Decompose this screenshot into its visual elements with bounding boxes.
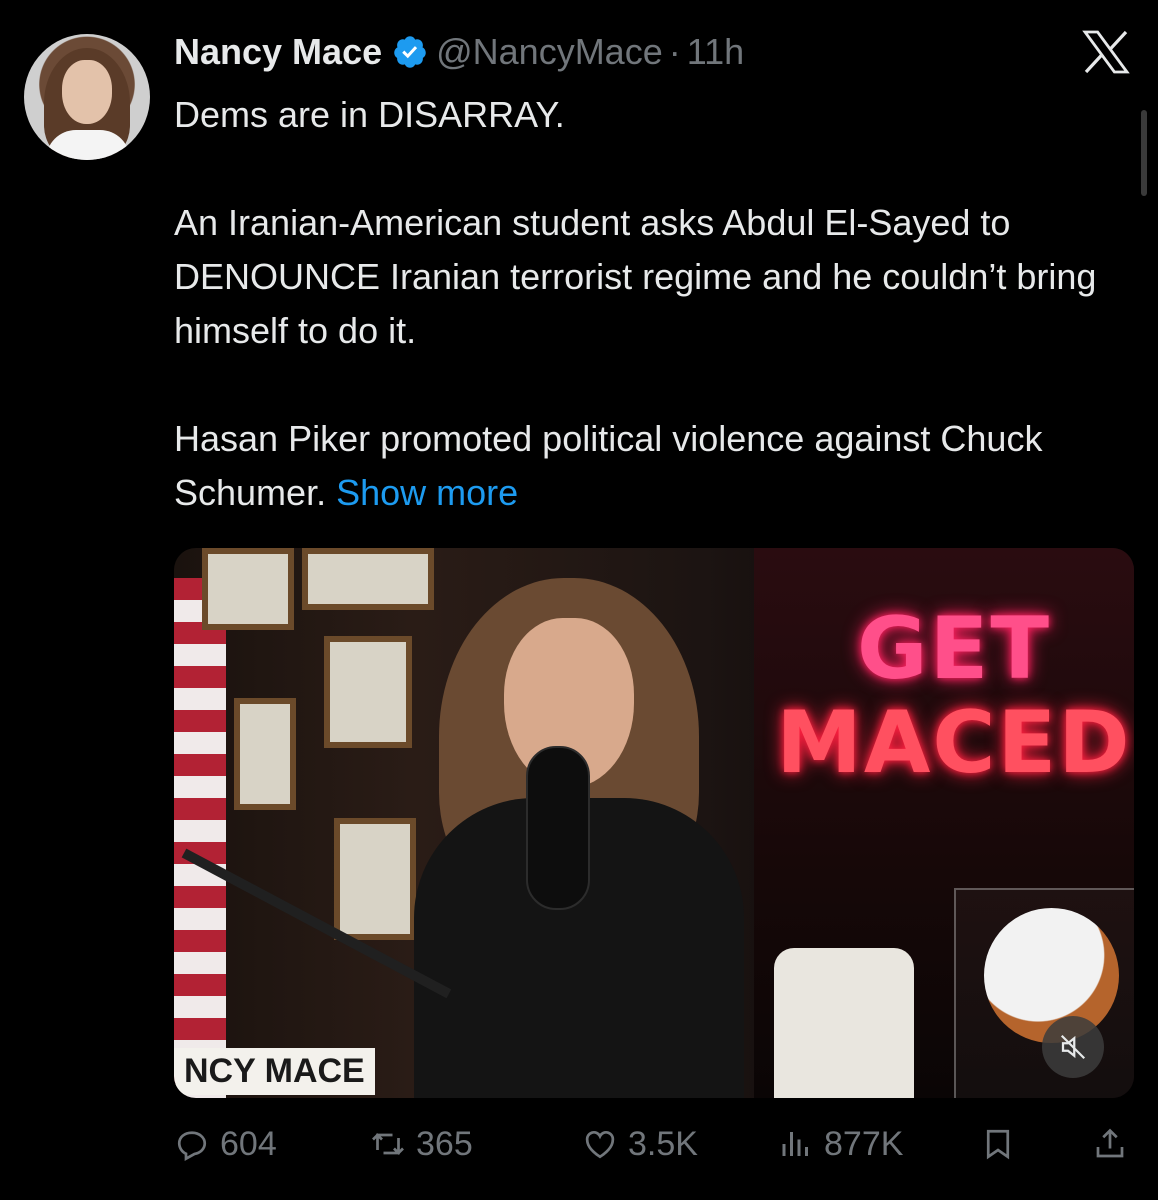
lower-third-name: NCY MACE [174, 1048, 375, 1095]
author-avatar[interactable] [24, 34, 150, 160]
share-icon [1096, 1128, 1124, 1158]
avatar-face [62, 60, 112, 124]
neon-sign: GET MACED [774, 606, 1134, 786]
view-count: 877K [824, 1124, 904, 1163]
tweet-paragraph-2: An Iranian-American student asks Abdul E… [174, 202, 1097, 351]
reply-button[interactable]: 604 [174, 1116, 277, 1172]
like-button[interactable]: 3.5K [582, 1116, 698, 1172]
tweet-paragraph-3-text: Hasan Piker promoted political violence … [174, 418, 1043, 513]
wall-frame [334, 818, 416, 940]
author-handle[interactable]: @NancyMace [436, 31, 663, 73]
scrollbar[interactable] [1141, 110, 1147, 196]
chair [774, 948, 914, 1098]
repost-button[interactable]: 365 [370, 1116, 473, 1172]
heart-icon [585, 1131, 615, 1159]
wall-frame [234, 698, 296, 810]
views-button[interactable]: 877K [778, 1116, 903, 1172]
neon-line-1: GET [857, 599, 1051, 699]
wall-frame [302, 548, 434, 610]
volume-muted-icon [1060, 1034, 1086, 1060]
tweet-timestamp[interactable]: 11h [687, 31, 744, 73]
share-button[interactable] [1092, 1116, 1138, 1172]
tweet-text: Dems are in DISARRAY. An Iranian-America… [174, 88, 1134, 520]
wall-frame [202, 548, 294, 630]
tweet-header: Nancy Mace @NancyMace · 11h [174, 30, 744, 74]
bookmark-button[interactable] [980, 1116, 1026, 1172]
bookmark-icon [986, 1129, 1010, 1160]
x-logo-icon[interactable] [1082, 30, 1130, 74]
like-count: 3.5K [628, 1124, 698, 1163]
show-more-link[interactable]: Show more [336, 472, 518, 513]
tweet-paragraph-3: Hasan Piker promoted political violence … [174, 412, 1134, 520]
tweet-actions: 604 365 3.5K 877K [174, 1116, 1134, 1172]
tweet-paragraph-1: Dems are in DISARRAY. [174, 94, 565, 135]
wall-frame [324, 636, 412, 748]
author-name[interactable]: Nancy Mace [174, 31, 382, 73]
tweet-video[interactable]: GET MACED NCY MACE [174, 548, 1134, 1098]
reply-count: 604 [220, 1124, 277, 1163]
microphone [526, 746, 590, 910]
american-flag [174, 578, 226, 1098]
analytics-icon [782, 1132, 808, 1156]
reply-icon [177, 1131, 207, 1162]
mute-button[interactable] [1042, 1016, 1104, 1078]
neon-line-2: MACED [776, 693, 1132, 793]
repost-icon [372, 1133, 404, 1155]
header-separator: · [668, 31, 681, 72]
verified-badge-icon [394, 36, 426, 68]
repost-count: 365 [416, 1124, 473, 1163]
